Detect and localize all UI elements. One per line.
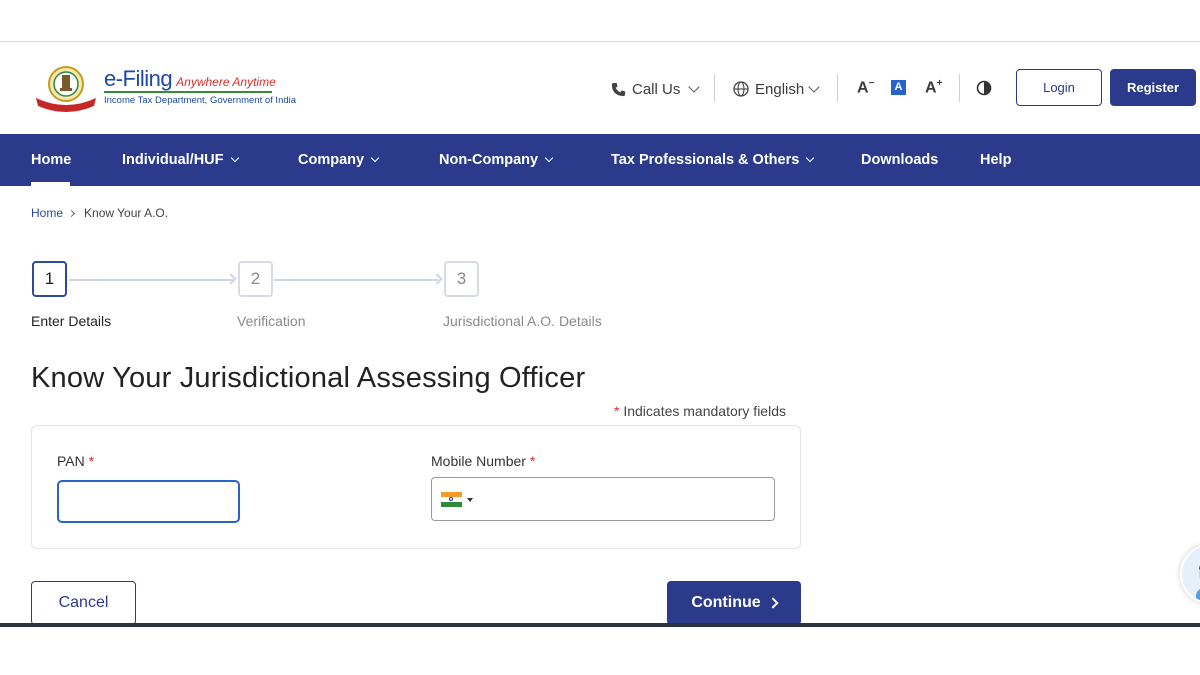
continue-button[interactable]: Continue bbox=[667, 581, 801, 625]
emblem-icon bbox=[36, 66, 96, 112]
nav-item-help[interactable]: Help bbox=[980, 134, 1011, 186]
nav-item-downloads[interactable]: Downloads bbox=[861, 134, 938, 186]
nav-item-label: Home bbox=[31, 152, 72, 168]
register-button[interactable]: Register bbox=[1110, 69, 1196, 106]
chevron-right-icon bbox=[766, 597, 779, 609]
brand-underline bbox=[104, 91, 272, 93]
assistant-icon bbox=[1196, 565, 1200, 602]
nav-item-label: Downloads bbox=[861, 152, 939, 168]
chevron-down-icon bbox=[808, 81, 820, 93]
mobile-number-input[interactable] bbox=[478, 479, 768, 519]
chevron-down-icon bbox=[544, 153, 554, 163]
minus-icon: − bbox=[868, 78, 875, 89]
nav-item-label: Company bbox=[298, 152, 365, 168]
chevron-down-icon bbox=[806, 153, 815, 163]
bottom-bar bbox=[0, 623, 1200, 627]
nav-item-individual-huf[interactable]: Individual/HUF bbox=[122, 134, 239, 186]
main-nav: Home Individual/HUF Company Non-Company … bbox=[0, 134, 1200, 186]
mobile-field bbox=[431, 477, 775, 521]
breadcrumb: Home Know Your A.O. bbox=[31, 206, 168, 220]
chatbot-avatar[interactable] bbox=[1180, 544, 1200, 604]
breadcrumb-home-link[interactable]: Home bbox=[31, 206, 63, 220]
nav-item-label: Non-Company bbox=[439, 152, 539, 168]
nav-active-indicator bbox=[31, 182, 70, 186]
header-divider bbox=[714, 74, 715, 102]
phone-icon bbox=[611, 82, 626, 96]
arrow-right-icon bbox=[431, 273, 443, 285]
efiling-logo[interactable]: e-Filing Anywhere Anytime Income Tax Depa… bbox=[32, 64, 296, 114]
font-increase-label: A bbox=[925, 79, 937, 97]
step-3-label: Jurisdictional A.O. Details bbox=[443, 313, 602, 329]
required-star: * bbox=[529, 453, 536, 469]
pan-label: PAN * bbox=[57, 453, 94, 469]
site-header: e-Filing Anywhere Anytime Income Tax Depa… bbox=[0, 42, 1200, 134]
plus-icon: + bbox=[936, 78, 943, 89]
login-button[interactable]: Login bbox=[1016, 69, 1102, 106]
chevron-right-icon bbox=[67, 209, 76, 217]
mandatory-note: * Indicates mandatory fields bbox=[614, 403, 786, 419]
nav-item-tax-professionals[interactable]: Tax Professionals & Others bbox=[611, 134, 815, 186]
page-title: Know Your Jurisdictional Assessing Offic… bbox=[31, 362, 586, 394]
brand-name: e-Filing Anywhere Anytime bbox=[104, 66, 276, 92]
step-1-label: Enter Details bbox=[31, 313, 112, 329]
caret-down-icon[interactable] bbox=[467, 498, 473, 502]
nav-item-company[interactable]: Company bbox=[298, 134, 380, 186]
cancel-button[interactable]: Cancel bbox=[31, 581, 136, 625]
step-2-indicator: 2 bbox=[238, 261, 273, 297]
nav-item-label: Tax Professionals & Others bbox=[611, 152, 800, 168]
language-label: English bbox=[755, 80, 805, 98]
font-decrease-label: A bbox=[857, 79, 869, 97]
nav-item-label: Help bbox=[980, 152, 1012, 168]
brand-tagline: Anywhere Anytime bbox=[176, 75, 276, 89]
nav-item-home[interactable]: Home bbox=[31, 134, 71, 186]
mandatory-note-text: Indicates mandatory fields bbox=[619, 403, 786, 419]
nav-item-non-company[interactable]: Non-Company bbox=[439, 134, 554, 186]
chevron-down-icon bbox=[370, 153, 380, 163]
brand-title: e-Filing bbox=[104, 66, 173, 91]
brand-subtitle: Income Tax Department, Government of Ind… bbox=[104, 95, 297, 106]
step-connector bbox=[69, 279, 233, 281]
globe-icon bbox=[733, 81, 749, 97]
font-increase-button[interactable]: A+ bbox=[925, 78, 942, 97]
pan-label-text: PAN bbox=[57, 453, 85, 469]
call-us-label: Call Us bbox=[632, 80, 681, 98]
breadcrumb-current: Know Your A.O. bbox=[84, 206, 169, 220]
step-1-indicator: 1 bbox=[32, 261, 67, 297]
header-divider bbox=[959, 74, 960, 102]
arrow-right-icon bbox=[225, 273, 237, 285]
font-reset-button[interactable]: A bbox=[891, 80, 906, 95]
mobile-label: Mobile Number * bbox=[431, 453, 535, 469]
call-us-menu[interactable]: Call Us bbox=[611, 78, 701, 100]
page: e-Filing Anywhere Anytime Income Tax Depa… bbox=[0, 0, 1200, 675]
india-flag-icon[interactable] bbox=[441, 492, 462, 507]
chevron-down-icon bbox=[230, 153, 239, 163]
language-selector[interactable]: English bbox=[733, 78, 820, 100]
pan-input[interactable] bbox=[57, 480, 240, 523]
font-decrease-button[interactable]: A− bbox=[857, 78, 874, 97]
nav-item-label: Individual/HUF bbox=[122, 152, 224, 168]
header-divider bbox=[837, 74, 838, 102]
required-star: * bbox=[88, 453, 95, 469]
step-2-label: Verification bbox=[237, 313, 306, 329]
step-3-indicator: 3 bbox=[444, 261, 479, 297]
step-connector bbox=[274, 279, 438, 281]
mobile-label-text: Mobile Number bbox=[431, 453, 526, 469]
continue-label: Continue bbox=[691, 594, 761, 611]
contrast-toggle-icon[interactable] bbox=[976, 80, 992, 96]
chevron-down-icon bbox=[688, 81, 701, 93]
